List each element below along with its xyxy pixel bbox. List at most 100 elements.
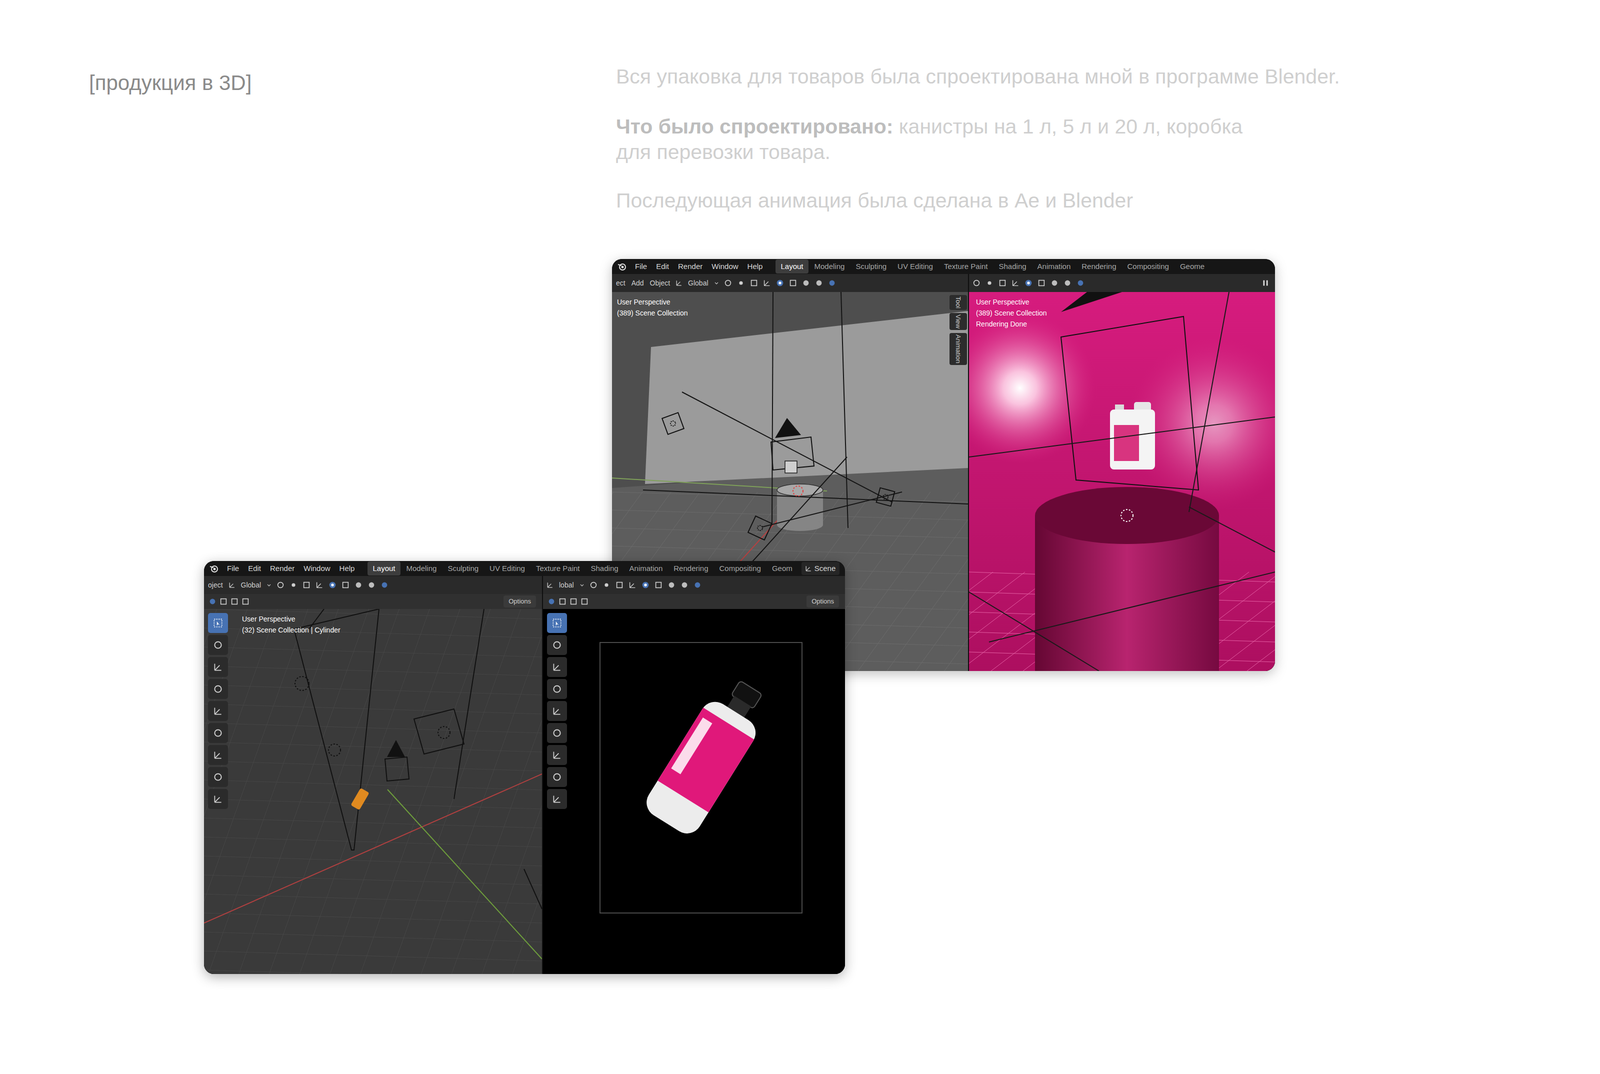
header-item[interactable]: Global <box>240 580 262 591</box>
workspace-tab[interactable]: Rendering <box>1076 259 1121 274</box>
header-item[interactable]: ect <box>615 278 627 289</box>
selection-mode-icon[interactable] <box>547 597 556 606</box>
dropdown-icon[interactable] <box>579 582 585 588</box>
viewport-canvas[interactable] <box>543 609 845 974</box>
header-tool-icon[interactable] <box>723 278 733 288</box>
header-item[interactable]: Object <box>649 278 671 289</box>
tool-icon[interactable] <box>208 701 228 721</box>
tool-icon[interactable] <box>208 745 228 765</box>
viewport-canvas[interactable]: User Perspective(32) Scene Collection | … <box>204 609 542 974</box>
header-tool-icon[interactable] <box>602 580 611 590</box>
tool-icon[interactable] <box>547 789 567 809</box>
workspace-tab[interactable]: Layout <box>367 561 400 576</box>
tool-icon[interactable] <box>208 723 228 743</box>
menu-item[interactable]: Render <box>674 260 707 274</box>
tool-icon[interactable] <box>547 745 567 765</box>
header-tool-icon[interactable] <box>693 580 702 590</box>
viewport-canvas[interactable]: User Perspective(389) Scene CollectionRe… <box>969 292 1275 671</box>
tool-icon[interactable] <box>547 767 567 787</box>
overlay-icon[interactable] <box>775 278 785 288</box>
selection-mode-icon[interactable] <box>580 597 589 606</box>
header-tool-icon[interactable] <box>827 278 837 288</box>
selection-mode-icon[interactable] <box>569 597 578 606</box>
menu-item[interactable]: File <box>631 260 651 274</box>
header-tool-icon[interactable] <box>985 278 994 288</box>
scene-selector[interactable]: Scene <box>801 562 840 576</box>
tool-icon[interactable] <box>208 767 228 787</box>
tool-icon[interactable] <box>547 723 567 743</box>
workspace-tab[interactable]: Sculpting <box>442 561 484 576</box>
workspace-tab[interactable]: UV Editing <box>484 561 530 576</box>
tool-icon[interactable] <box>547 679 567 699</box>
tool-icon[interactable] <box>208 679 228 699</box>
menu-item[interactable]: Window <box>707 260 742 274</box>
header-tool-icon[interactable] <box>680 580 689 590</box>
transform-orientation-icon[interactable] <box>675 279 683 287</box>
header-tool-icon[interactable] <box>276 580 285 590</box>
workspace-tab[interactable]: Animation <box>1032 259 1076 274</box>
workspace-tab[interactable]: Rendering <box>668 561 713 576</box>
menu-item[interactable]: Window <box>299 562 334 576</box>
header-item[interactable]: oject <box>207 580 224 591</box>
workspace-tab[interactable]: Texture Paint <box>531 561 585 576</box>
options-button[interactable]: Options <box>806 595 839 608</box>
header-tool-icon[interactable] <box>972 278 981 288</box>
overlay-icon[interactable] <box>641 580 650 590</box>
header-tool-icon[interactable] <box>315 580 324 590</box>
header-tool-icon[interactable] <box>589 580 598 590</box>
header-tool-icon[interactable] <box>367 580 376 590</box>
header-tool-icon[interactable] <box>814 278 824 288</box>
header-tool-icon[interactable] <box>615 580 624 590</box>
header-tool-icon[interactable] <box>654 580 663 590</box>
tool-icon[interactable] <box>547 613 567 633</box>
selection-mode-icon[interactable] <box>208 597 217 606</box>
header-tool-icon[interactable] <box>801 278 811 288</box>
overlay-icon[interactable] <box>1024 278 1033 288</box>
selection-mode-icon[interactable] <box>558 597 567 606</box>
workspace-tab[interactable]: Shading <box>586 561 624 576</box>
menu-item[interactable]: Edit <box>652 260 673 274</box>
header-tool-icon[interactable] <box>1011 278 1020 288</box>
workspace-tab[interactable]: Geome <box>1175 259 1210 274</box>
selection-mode-icon[interactable] <box>241 597 250 606</box>
viewport[interactable]: lobal Options <box>543 576 845 974</box>
menu-item[interactable]: Edit <box>244 562 265 576</box>
header-item[interactable]: Add <box>630 278 645 289</box>
options-button[interactable]: Options <box>503 595 536 608</box>
header-tool-icon[interactable] <box>749 278 759 288</box>
header-tool-icon[interactable] <box>1063 278 1072 288</box>
tool-icon[interactable] <box>208 613 228 633</box>
pause-icon[interactable] <box>1261 278 1270 288</box>
menu-item[interactable]: File <box>223 562 243 576</box>
sidebar-tab[interactable]: Animation <box>949 333 968 365</box>
blender-window[interactable]: FileEditRenderWindowHelpLayoutModelingSc… <box>204 561 845 974</box>
workspace-tab[interactable]: UV Editing <box>892 259 938 274</box>
workspace-tab[interactable]: Modeling <box>401 561 442 576</box>
header-tool-icon[interactable] <box>762 278 772 288</box>
workspace-tab[interactable]: Layout <box>775 259 808 274</box>
header-tool-icon[interactable] <box>1037 278 1046 288</box>
workspace-tab[interactable]: Geom <box>767 561 798 576</box>
header-tool-icon[interactable] <box>1050 278 1059 288</box>
header-item[interactable]: Global <box>687 278 709 289</box>
tool-icon[interactable] <box>547 657 567 677</box>
header-tool-icon[interactable] <box>736 278 746 288</box>
transform-orientation-icon[interactable] <box>228 581 236 589</box>
workspace-tab[interactable]: Compositing <box>1122 259 1174 274</box>
header-tool-icon[interactable] <box>788 278 798 288</box>
selection-mode-icon[interactable] <box>230 597 239 606</box>
blender-logo-icon[interactable] <box>617 261 627 272</box>
sidebar-tab[interactable]: View <box>949 313 968 330</box>
dropdown-icon[interactable] <box>713 280 720 286</box>
transform-orientation-icon[interactable] <box>546 581 554 589</box>
header-tool-icon[interactable] <box>380 580 389 590</box>
tool-icon[interactable] <box>208 789 228 809</box>
header-item[interactable]: lobal <box>558 580 575 591</box>
header-tool-icon[interactable] <box>289 580 298 590</box>
viewport[interactable]: oject Global OptionsUser Perspective(32) S… <box>204 576 542 974</box>
header-tool-icon[interactable] <box>354 580 363 590</box>
menu-item[interactable]: Render <box>266 562 299 576</box>
tool-icon[interactable] <box>208 635 228 655</box>
tool-icon[interactable] <box>547 635 567 655</box>
workspace-tab[interactable]: Modeling <box>809 259 850 274</box>
